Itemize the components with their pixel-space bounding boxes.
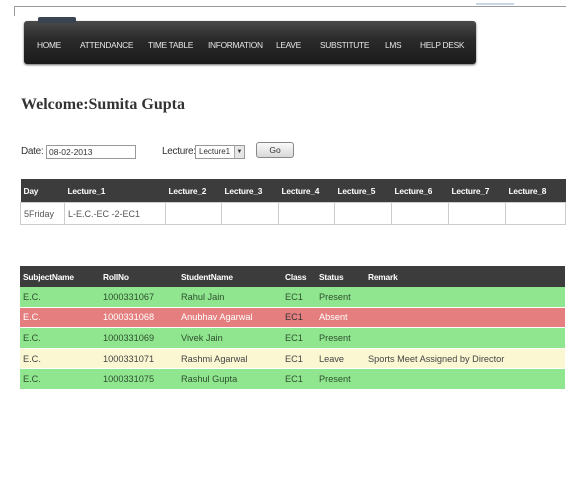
cell-status: Present (316, 287, 365, 308)
go-button[interactable]: Go (256, 142, 294, 158)
cell-status: Present (316, 327, 365, 349)
cell-rollno: 1000331075 (100, 368, 178, 390)
nav-time-table[interactable]: TIME TABLE (148, 40, 193, 50)
cell-lecture-8 (505, 202, 566, 225)
nav-leave[interactable]: LEAVE (276, 40, 301, 50)
cell-status: Present (316, 368, 365, 390)
lecture-select-value: Lecture1 (199, 147, 231, 156)
col-header-lecture-1: Lecture_1 (64, 179, 166, 203)
table-row: 5Friday L-E.C.-EC -2-EC1 (20, 202, 566, 225)
main-nav-bar: HOME ATTENDANCE TIME TABLE INFORMATION L… (24, 17, 476, 64)
cell-student-name: Anubhav Agarwal (178, 307, 282, 329)
lecture-table: Day Lecture_1 Lecture_2 Lecture_3 Lectur… (20, 179, 566, 225)
top-border-corner (14, 6, 15, 16)
cell-lecture-1[interactable]: L-E.C.-EC -2-EC1 (64, 202, 166, 225)
table-row: E.C. 1000331069 Vivek Jain EC1 Present (20, 327, 565, 349)
cell-status: Leave (316, 348, 365, 370)
date-label: Date: (21, 146, 44, 157)
col-header-day: Day (20, 179, 65, 203)
cell-subject: E.C. (20, 307, 100, 329)
col-header-lecture-2: Lecture_2 (165, 179, 222, 203)
col-header-lecture-7: Lecture_7 (448, 179, 506, 203)
cell-day: 5Friday (20, 202, 65, 225)
top-link-stub[interactable] (476, 3, 514, 5)
nav-lms[interactable]: LMS (385, 40, 402, 50)
col-header-rollno: RollNo (100, 266, 178, 287)
col-header-lecture-4: Lecture_4 (278, 179, 335, 203)
nav-information[interactable]: INFORMATION (208, 40, 263, 50)
cell-lecture-7 (448, 202, 506, 225)
cell-rollno: 1000331069 (100, 327, 178, 349)
welcome-heading: Welcome:Sumita Gupta (21, 96, 185, 113)
col-header-class: Class (282, 266, 316, 287)
cell-remark (365, 368, 565, 390)
cell-lecture-4 (278, 202, 335, 225)
lecture-select[interactable]: Lecture1 ▼ (195, 145, 245, 159)
cell-student-name: Rahul Jain (178, 287, 282, 308)
cell-remark: Sports Meet Assigned by Director (365, 348, 565, 370)
nav-substitute[interactable]: SUBSTITUTE (320, 40, 369, 50)
cell-rollno: 1000331068 (100, 307, 178, 329)
col-header-lecture-5: Lecture_5 (334, 179, 392, 203)
cell-lecture-5 (334, 202, 392, 225)
cell-subject: E.C. (20, 287, 100, 308)
col-header-subject: SubjectName (20, 266, 100, 287)
col-header-lecture-3: Lecture_3 (221, 179, 279, 203)
cell-student-name: Vivek Jain (178, 327, 282, 349)
lecture-label: Lecture: (162, 146, 196, 157)
cell-lecture-2 (165, 202, 222, 225)
cell-class: EC1 (282, 327, 316, 349)
col-header-remark: Remark (365, 266, 565, 287)
cell-class: EC1 (282, 348, 316, 370)
table-row: E.C. 1000331068 Anubhav Agarwal EC1 Abse… (20, 307, 565, 329)
cell-subject: E.C. (20, 348, 100, 370)
cell-subject: E.C. (20, 327, 100, 349)
table-row: E.C. 1000331075 Rashul Gupta EC1 Present (20, 368, 565, 390)
cell-class: EC1 (282, 368, 316, 390)
cell-remark (365, 307, 565, 329)
cell-rollno: 1000331067 (100, 287, 178, 308)
cell-remark (365, 287, 565, 308)
cell-status: Absent (316, 307, 365, 329)
top-border-line (14, 6, 566, 7)
logo-stub (38, 17, 76, 23)
cell-remark (365, 327, 565, 349)
cell-lecture-6 (391, 202, 449, 225)
cell-student-name: Rashul Gupta (178, 368, 282, 390)
attendance-table: SubjectName RollNo StudentName Class Sta… (20, 266, 565, 390)
nav-home[interactable]: HOME (37, 40, 61, 50)
lecture-table-header: Day Lecture_1 Lecture_2 Lecture_3 Lectur… (20, 179, 566, 203)
table-row: E.C. 1000331067 Rahul Jain EC1 Present (20, 287, 565, 308)
table-row: E.C. 1000331071 Rashmi Agarwal EC1 Leave… (20, 348, 565, 370)
nav-help-desk[interactable]: HELP DESK (420, 40, 464, 50)
nav-attendance[interactable]: ATTENDANCE (80, 40, 133, 50)
cell-lecture-3 (221, 202, 279, 225)
cell-student-name: Rashmi Agarwal (178, 348, 282, 370)
cell-rollno: 1000331071 (100, 348, 178, 370)
col-header-status: Status (316, 266, 365, 287)
attendance-table-header: SubjectName RollNo StudentName Class Sta… (20, 266, 565, 287)
col-header-lecture-6: Lecture_6 (391, 179, 449, 203)
cell-subject: E.C. (20, 368, 100, 390)
chevron-down-icon[interactable]: ▼ (234, 146, 244, 158)
cell-class: EC1 (282, 287, 316, 308)
cell-class: EC1 (282, 307, 316, 329)
col-header-student-name: StudentName (178, 266, 282, 287)
date-input[interactable] (46, 145, 136, 159)
col-header-lecture-8: Lecture_8 (505, 179, 566, 203)
